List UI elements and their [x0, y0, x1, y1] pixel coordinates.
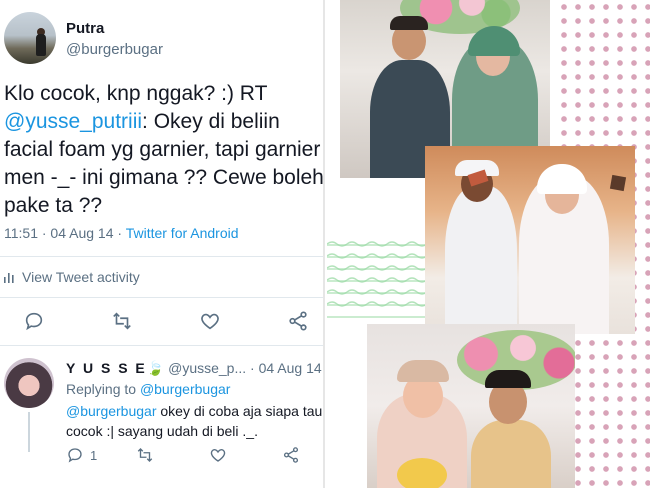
divider: [0, 256, 323, 257]
retweet-button[interactable]: [111, 310, 133, 332]
reply-author-name[interactable]: Y U S S E: [66, 360, 147, 376]
share-icon: [283, 447, 299, 463]
tweet-text-prefix: Klo cocok, knp nggak? :) RT: [4, 82, 273, 105]
reply-share-button[interactable]: [282, 446, 300, 464]
tweet-timestamp: 11:51 · 04 Aug 14 ·: [4, 225, 126, 241]
reply-icon: [25, 312, 43, 331]
author-name[interactable]: Putra: [66, 20, 104, 37]
tweet-panel: Putra @burgerbugar Klo cocok, knp nggak?…: [0, 0, 325, 488]
reply-icon: [68, 448, 82, 463]
replying-to: Replying to @burgerbugar: [66, 381, 230, 397]
reply-count: 1: [90, 447, 98, 463]
like-icon: [201, 313, 219, 330]
view-tweet-activity-link[interactable]: View Tweet activity: [4, 269, 140, 285]
retweet-icon: [137, 448, 153, 462]
reply-reply-button[interactable]: 1: [66, 446, 97, 464]
like-icon: [210, 449, 226, 462]
leaf-emoji: 🍃: [146, 360, 165, 376]
wedding-photo-2: [425, 146, 635, 334]
analytics-icon: [4, 273, 14, 283]
author-avatar[interactable]: [4, 12, 56, 64]
reply-header: Y U S S E🍃 @yusse_p... · 04 Aug 14: [66, 360, 322, 377]
reply-like-button[interactable]: [209, 446, 227, 464]
reply-retweet-button[interactable]: [136, 446, 154, 464]
reply-author-avatar[interactable]: [4, 358, 54, 408]
author-handle[interactable]: @burgerbugar: [66, 41, 163, 58]
reply-button[interactable]: [23, 310, 45, 332]
divider: [0, 297, 323, 298]
divider: [0, 345, 323, 346]
wedding-collage: [327, 0, 650, 488]
reply-date: · 04 Aug 14: [250, 360, 322, 376]
view-tweet-activity-label: View Tweet activity: [22, 269, 140, 285]
tweet-source-link[interactable]: Twitter for Android: [126, 225, 239, 241]
tweet-meta: 11:51 · 04 Aug 14 · Twitter for Android: [4, 225, 239, 241]
reply-mention-link[interactable]: @burgerbugar: [66, 403, 157, 419]
share-icon: [289, 311, 307, 331]
replying-to-label: Replying to: [66, 381, 140, 397]
reply-action-bar: 1: [66, 446, 316, 468]
replying-to-link[interactable]: @burgerbugar: [140, 381, 231, 397]
thread-line: [28, 412, 30, 452]
reply-text: @burgerbugar okey di coba aja siapa tau …: [66, 401, 323, 441]
wave-pattern: [327, 238, 437, 318]
share-button[interactable]: [287, 310, 309, 332]
tweet-action-bar: [0, 310, 323, 336]
tweet-mention-link[interactable]: @yusse_putriii: [4, 110, 142, 133]
like-button[interactable]: [199, 310, 221, 332]
tweet-text: Klo cocok, knp nggak? :) RT @yusse_putri…: [4, 80, 323, 220]
wedding-photo-3: [367, 324, 575, 488]
reply-author-handle[interactable]: @yusse_p...: [168, 360, 246, 376]
retweet-icon: [113, 312, 131, 330]
